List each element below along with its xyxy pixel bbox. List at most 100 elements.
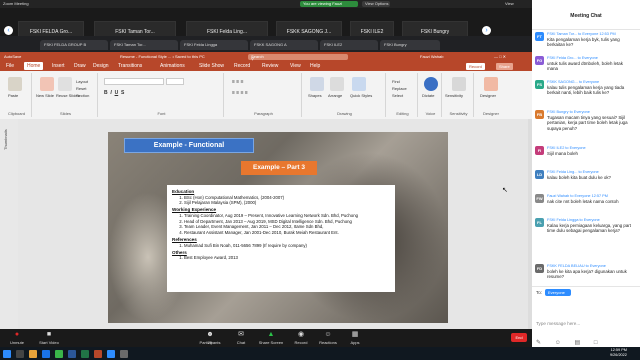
section-button[interactable]: Section — [76, 93, 89, 98]
menu-view[interactable]: View — [290, 63, 301, 69]
chat-message[interactable]: FB FSKI Bungry to Everyone Tugasan macam… — [535, 110, 637, 144]
autosave-toggle[interactable]: AutoSave — [4, 54, 21, 59]
paste-label[interactable]: Paste — [8, 93, 18, 98]
record-button[interactable]: Record — [466, 62, 485, 70]
microphone-icon[interactable] — [424, 77, 438, 91]
bold-icon[interactable]: B I U S — [104, 90, 124, 96]
browser-tab[interactable]: FSKI Taman Tor... — [110, 40, 178, 50]
browser-tab[interactable]: FSKK SAGONG A — [250, 40, 318, 50]
excel-icon[interactable] — [81, 349, 89, 358]
menu-home[interactable]: Home — [24, 62, 44, 70]
start-video-button[interactable]: ■ Start Video — [32, 330, 66, 346]
menu-slide-show[interactable]: Slide Show — [199, 63, 224, 69]
others-item: Best Employee Award, 2013 — [184, 255, 390, 260]
font-size-select[interactable] — [166, 78, 184, 85]
system-clock[interactable]: 12:59 PM 9/26/2022 — [610, 348, 627, 358]
chat-button[interactable]: ✉ Chat — [230, 330, 252, 346]
participants-button[interactable]: ☻29 Participants — [192, 330, 228, 346]
menu-help[interactable]: Help — [310, 63, 320, 69]
windows-start-icon[interactable] — [3, 349, 11, 358]
slide-title[interactable]: Example - Functional — [124, 138, 254, 153]
recipient-select[interactable]: Everyone — [545, 289, 571, 296]
shapes-label[interactable]: Shapes — [308, 93, 322, 98]
menu-animations[interactable]: Animations — [160, 63, 185, 69]
window-controls-icon[interactable]: — □ ✕ — [494, 54, 506, 59]
view-options-button[interactable]: View Options — [362, 1, 390, 7]
designer-icon[interactable] — [484, 77, 498, 91]
chat-message[interactable]: FD FSKK FELDA BELIAU to Everyone boleh k… — [535, 264, 637, 284]
format-icon[interactable]: ✎ — [536, 340, 547, 346]
ribbon-group-slides: New Slide Reuse Slides Layout Reset Sect… — [34, 73, 98, 117]
search-taskbar-icon[interactable] — [16, 349, 24, 358]
next-participants-arrow-icon[interactable]: › — [482, 26, 491, 35]
designer-label[interactable]: Designer — [480, 93, 496, 98]
paste-icon[interactable] — [8, 77, 22, 91]
reference-item: Muhamad Sufi Bin Noah, 011-5656 7899 (If… — [184, 243, 390, 248]
new-slide-label[interactable]: New Slide — [36, 93, 54, 98]
apps-button[interactable]: ▦ Apps — [344, 330, 366, 346]
select-button[interactable]: Select — [392, 93, 403, 98]
menu-insert[interactable]: Insert — [52, 63, 65, 69]
chat-message[interactable]: FL FSKI Felda Lingga to Everyone Kalau k… — [535, 218, 637, 260]
browser-tab[interactable]: FSKI FELDA GROUP B — [40, 40, 108, 50]
reuse-slides-icon[interactable] — [58, 77, 72, 91]
record-zoom-button[interactable]: ◉ Record — [290, 330, 312, 346]
reactions-button[interactable]: ☺ Reactions — [314, 330, 342, 346]
thumbnails-pane[interactable] — [0, 119, 18, 333]
new-slide-icon[interactable] — [40, 77, 54, 91]
view-button[interactable]: View — [505, 1, 514, 6]
browser-tab[interactable]: FSKI Bungry — [380, 40, 440, 50]
font-name-select[interactable] — [104, 78, 164, 85]
share-button[interactable]: Share — [496, 62, 513, 70]
menu-draw[interactable]: Draw — [74, 63, 86, 69]
chat-message[interactable]: FS FSKK SAGONG... to Everyone kalau tuli… — [535, 80, 637, 106]
word-icon[interactable] — [68, 349, 76, 358]
menu-design[interactable]: Design — [93, 63, 109, 69]
file-explorer-icon[interactable] — [29, 349, 37, 358]
zoom-icon[interactable] — [107, 349, 115, 358]
slide-subtitle[interactable]: Example – Part 3 — [241, 161, 317, 175]
user-name[interactable]: Fauzi Wahab — [420, 54, 443, 59]
sensitivity-icon[interactable] — [452, 77, 466, 91]
find-button[interactable]: Find — [392, 79, 400, 84]
emoji-icon[interactable]: ☺ — [555, 340, 567, 346]
menu-file[interactable]: File — [6, 63, 14, 69]
align-icon[interactable]: ≡ ≡ ≡ ≡ — [232, 90, 248, 96]
quick-styles-icon[interactable] — [352, 77, 366, 91]
chat-message[interactable]: FG FSKI Felda Gro... to Everyone untuk t… — [535, 56, 637, 78]
avatar: FL — [535, 218, 544, 227]
powerpoint-icon[interactable] — [94, 349, 102, 358]
screenshot-icon[interactable]: □ — [594, 340, 604, 346]
ppt-menu-bar: File Home Insert Draw Design Transitions… — [0, 61, 532, 71]
share-screen-button[interactable]: ▲ Share Screen — [254, 330, 288, 346]
layout-button[interactable]: Layout — [76, 79, 88, 84]
browser-tab[interactable]: FSKI Felda Lingga — [180, 40, 248, 50]
menu-transitions[interactable]: Transitions — [118, 63, 142, 69]
chat-message[interactable]: FW Fauzi Wahab to Everyone 12:57 PM nak … — [535, 194, 637, 214]
sensitivity-label[interactable]: Sensitivity — [445, 93, 463, 98]
resume-content-box[interactable]: Education BSc (Hon) Computational Mathem… — [167, 185, 395, 292]
unmute-button[interactable]: ● Unmute — [2, 330, 32, 346]
end-meeting-button[interactable]: End — [511, 333, 527, 342]
reset-button[interactable]: Reset — [76, 86, 86, 91]
bullets-icon[interactable]: ≡ ≡ ≡ — [232, 79, 244, 85]
edge-icon[interactable] — [42, 349, 50, 358]
quick-styles-label[interactable]: Quick Styles — [350, 93, 372, 98]
dictate-label[interactable]: Dictate — [422, 93, 434, 98]
chat-message[interactable]: LD FSKI Felda Ling... to Everyone kalau … — [535, 170, 637, 190]
menu-record[interactable]: Record — [234, 63, 250, 69]
chat-message[interactable]: FI FSKI ILE2 to Everyone Sijil mana bole… — [535, 146, 637, 160]
chat-input[interactable]: Type message here... — [536, 321, 580, 326]
arrange-label[interactable]: Arrange — [328, 93, 342, 98]
replace-button[interactable]: Replace — [392, 86, 407, 91]
chat-message[interactable]: FT FSKI Taman Tor... to Everyone 12:53 P… — [535, 32, 637, 58]
browser-tab[interactable]: FSKI ILE2 — [320, 40, 378, 50]
prev-participants-arrow-icon[interactable]: ‹ — [4, 26, 13, 35]
file-icon[interactable]: ▤ — [575, 340, 587, 346]
chrome-icon[interactable] — [55, 349, 63, 358]
menu-review[interactable]: Review — [262, 63, 278, 69]
shapes-icon[interactable] — [310, 77, 324, 91]
ppt-search-box[interactable]: ⚲ Search — [248, 53, 348, 61]
arrange-icon[interactable] — [330, 77, 344, 91]
app-icon[interactable] — [120, 349, 128, 358]
